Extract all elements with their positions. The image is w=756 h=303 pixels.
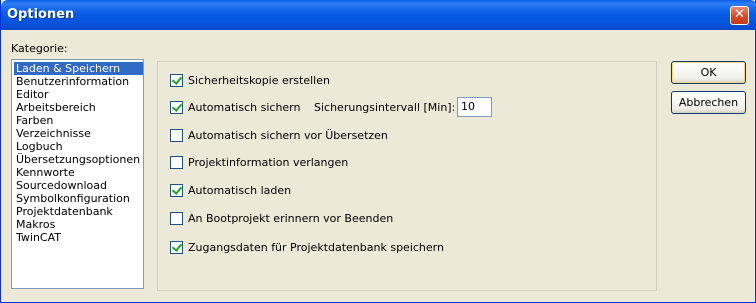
remind-bootproject-option[interactable]: An Bootprojekt erinnern vor Beenden bbox=[170, 212, 393, 225]
autoload-option[interactable]: Automatisch laden bbox=[170, 184, 291, 197]
close-icon: ✕ bbox=[734, 7, 745, 22]
save-db-credentials-checkbox[interactable] bbox=[170, 241, 183, 254]
category-item-twincat[interactable]: TwinCAT bbox=[14, 231, 143, 244]
autosave-label: Automatisch sichern bbox=[188, 101, 301, 114]
autosave-option[interactable]: Automatisch sichern bbox=[170, 101, 301, 114]
category-item-sourcedownload[interactable]: Sourcedownload bbox=[14, 179, 143, 192]
autosave-before-compile-option[interactable]: Automatisch sichern vor Übersetzen bbox=[170, 129, 388, 142]
remind-bootproject-checkbox[interactable] bbox=[170, 212, 183, 225]
category-listbox[interactable]: Laden & Speichern Benutzerinformation Ed… bbox=[11, 59, 144, 289]
request-project-info-checkbox[interactable] bbox=[170, 156, 183, 169]
options-dialog: Optionen ✕ Kategorie: Laden & Speichern … bbox=[0, 0, 756, 303]
remind-bootproject-label: An Bootprojekt erinnern vor Beenden bbox=[188, 212, 394, 225]
category-item-kennworte[interactable]: Kennworte bbox=[14, 166, 143, 179]
save-db-credentials-option[interactable]: Zugangsdaten für Projektdatenbank speich… bbox=[170, 241, 444, 254]
close-button[interactable]: ✕ bbox=[730, 6, 749, 25]
window-title: Optionen bbox=[7, 7, 75, 22]
request-project-info-label: Projektinformation verlangen bbox=[188, 156, 349, 169]
category-item-verzeichnisse[interactable]: Verzeichnisse bbox=[14, 127, 143, 140]
category-item-arbeitsbereich[interactable]: Arbeitsbereich bbox=[14, 101, 143, 114]
category-item-benutzerinformation[interactable]: Benutzerinformation bbox=[14, 75, 143, 88]
title-bar[interactable]: Optionen ✕ bbox=[1, 0, 756, 30]
category-item-laden-speichern[interactable]: Laden & Speichern bbox=[14, 62, 143, 75]
autosave-before-compile-checkbox[interactable] bbox=[170, 129, 183, 142]
backup-checkbox[interactable] bbox=[170, 74, 183, 87]
autosave-checkbox[interactable] bbox=[170, 101, 183, 114]
category-item-makros[interactable]: Makros bbox=[14, 218, 143, 231]
request-project-info-option[interactable]: Projektinformation verlangen bbox=[170, 156, 348, 169]
autoload-checkbox[interactable] bbox=[170, 184, 183, 197]
autosave-before-compile-label: Automatisch sichern vor Übersetzen bbox=[188, 129, 388, 142]
interval-label: Sicherungsintervall [Min]: bbox=[314, 101, 456, 114]
category-item-farben[interactable]: Farben bbox=[14, 114, 143, 127]
category-item-logbuch[interactable]: Logbuch bbox=[14, 140, 143, 153]
backup-option[interactable]: Sicherheitskopie erstellen bbox=[170, 74, 330, 87]
interval-input[interactable]: 10 bbox=[457, 97, 492, 117]
category-item-projektdatenbank[interactable]: Projektdatenbank bbox=[14, 205, 143, 218]
category-label: Kategorie: bbox=[11, 42, 68, 55]
ok-button[interactable]: OK bbox=[671, 61, 746, 84]
category-item-editor[interactable]: Editor bbox=[14, 88, 143, 101]
category-item-uebersetzungsoptionen[interactable]: Übersetzungsoptionen bbox=[14, 153, 143, 166]
options-panel bbox=[157, 61, 657, 291]
backup-label: Sicherheitskopie erstellen bbox=[188, 74, 330, 87]
cancel-button[interactable]: Abbrechen bbox=[671, 91, 746, 114]
category-item-symbolkonfiguration[interactable]: Symbolkonfiguration bbox=[14, 192, 143, 205]
autoload-label: Automatisch laden bbox=[188, 184, 292, 197]
save-db-credentials-label: Zugangsdaten für Projektdatenbank speich… bbox=[188, 241, 444, 254]
